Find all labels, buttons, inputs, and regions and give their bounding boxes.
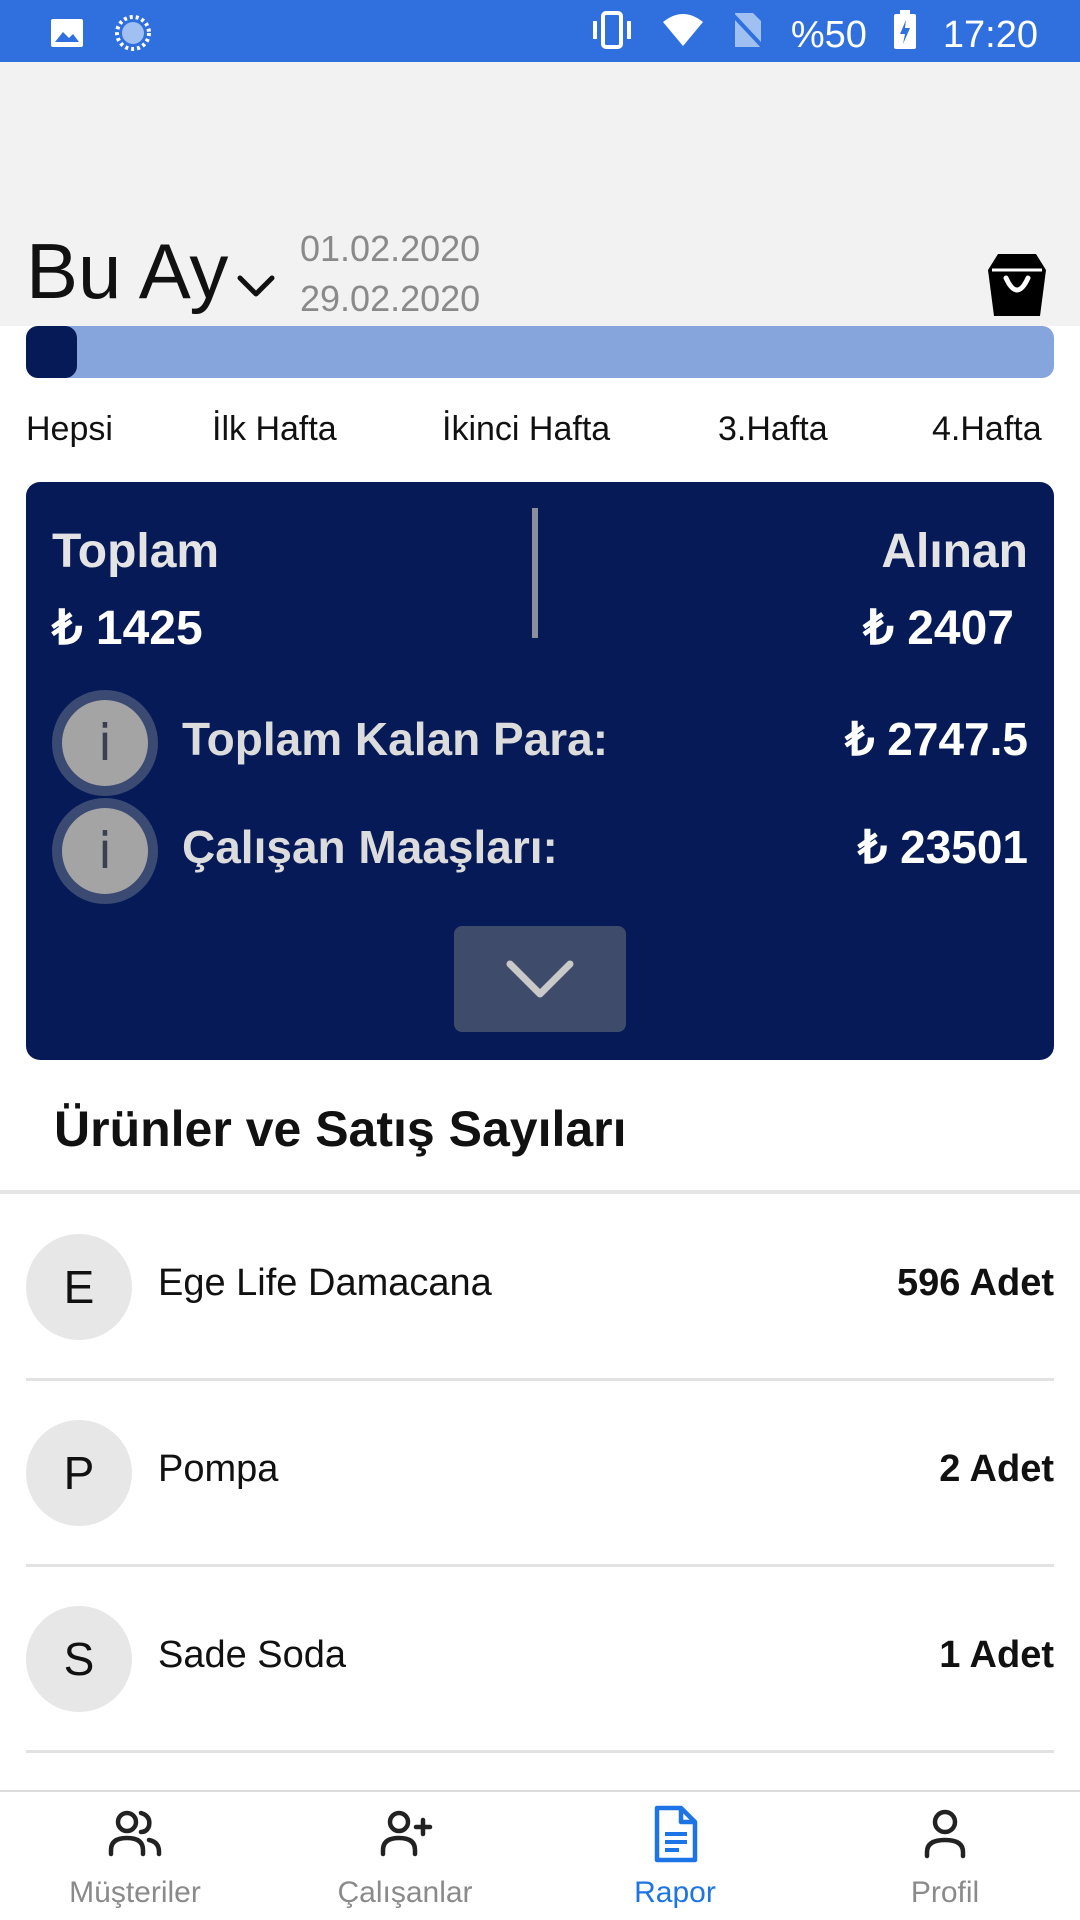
total-label: Toplam	[52, 525, 220, 578]
salaries-label: Çalışan Maaşları:	[182, 821, 558, 873]
product-avatar: E	[26, 1234, 132, 1340]
nav-report[interactable]: Rapor	[540, 1792, 810, 1920]
profile-icon	[924, 1809, 966, 1859]
product-quantity: 2 Adet	[939, 1448, 1054, 1490]
total-value: ₺ 1425	[52, 602, 203, 655]
add-employee-icon	[380, 1810, 433, 1857]
expand-card-button[interactable]	[454, 926, 626, 1032]
status-bar: %50 17:20	[0, 0, 1080, 62]
tab-third-week[interactable]: 3.Hafta	[718, 410, 828, 449]
salaries-value: ₺ 23501	[858, 821, 1028, 873]
nav-profile[interactable]: Profil	[810, 1792, 1080, 1920]
info-icon: i	[62, 808, 148, 894]
remaining-label: Toplam Kalan Para:	[182, 713, 609, 765]
product-quantity: 1 Adet	[939, 1634, 1054, 1676]
info-icon: i	[62, 700, 148, 786]
image-icon	[50, 18, 84, 53]
section-divider	[0, 1190, 1080, 1194]
product-name: Pompa	[158, 1448, 279, 1490]
period-progress-fill	[26, 326, 78, 378]
product-row[interactable]: P Pompa 2 Adet	[26, 1382, 1054, 1568]
tab-all[interactable]: Hepsi	[26, 410, 113, 449]
sync-icon	[114, 14, 152, 57]
chevron-down-icon[interactable]	[236, 270, 276, 300]
salaries-info-button[interactable]: i	[52, 798, 158, 904]
product-row[interactable]: S Sade Soda 1 Adet	[26, 1568, 1054, 1754]
tab-fourth-week[interactable]: 4.Hafta	[932, 410, 1042, 449]
tab-first-week[interactable]: İlk Hafta	[212, 410, 337, 449]
remaining-info-button[interactable]: i	[52, 690, 158, 796]
product-quantity: 596 Adet	[897, 1262, 1054, 1304]
chevron-down-icon	[506, 960, 574, 998]
date-to: 29.02.2020	[300, 278, 481, 319]
report-icon	[654, 1805, 698, 1863]
row-divider	[26, 1750, 1054, 1753]
battery-charging-icon	[893, 10, 917, 60]
remaining-value: ₺ 2747.5	[845, 713, 1028, 765]
report-screen: %50 17:20 Bu Ay 01.02.2020 29.02.2020 He…	[0, 0, 1080, 1920]
row-divider	[26, 1378, 1054, 1381]
vibrate-icon	[589, 11, 635, 59]
clock: 17:20	[942, 13, 1038, 56]
wifi-icon	[661, 12, 705, 58]
card-divider	[532, 508, 538, 638]
period-progress-bar	[26, 326, 1054, 378]
nav-customers[interactable]: Müşteriler	[0, 1792, 270, 1920]
product-row[interactable]: E Ege Life Damacana 596 Adet	[26, 1196, 1054, 1382]
customers-icon	[108, 1810, 162, 1857]
received-label: Alınan	[881, 525, 1028, 578]
products-section-title: Ürünler ve Satış Sayıları	[54, 1101, 627, 1157]
week-tabs: Hepsi İlk Hafta İkinci Hafta 3.Hafta 4.H…	[26, 410, 1054, 460]
tab-second-week[interactable]: İkinci Hafta	[442, 410, 610, 449]
product-avatar: P	[26, 1420, 132, 1526]
nav-label: Çalışanlar	[337, 1876, 473, 1909]
nav-label: Müşteriler	[69, 1876, 201, 1909]
nav-label: Rapor	[634, 1876, 716, 1909]
no-sim-icon	[731, 11, 765, 59]
date-from: 01.02.2020	[300, 228, 481, 269]
nav-label: Profil	[910, 1876, 980, 1909]
shopping-bag-icon[interactable]	[984, 250, 1050, 320]
product-name: Sade Soda	[158, 1634, 347, 1676]
summary-card: Toplam ₺ 1425 Alınan ₺ 2407 i Toplam Kal…	[26, 482, 1054, 1060]
row-divider	[26, 1564, 1054, 1567]
product-name: Ege Life Damacana	[158, 1262, 492, 1304]
bottom-navigation: Müşteriler Çalışanlar Rapor Profil	[0, 1790, 1080, 1920]
product-avatar: S	[26, 1606, 132, 1712]
period-selector[interactable]: Bu Ay	[26, 232, 228, 310]
battery-percent: %50	[790, 13, 867, 56]
received-value: ₺ 2407	[863, 602, 1014, 655]
nav-employees[interactable]: Çalışanlar	[270, 1792, 540, 1920]
